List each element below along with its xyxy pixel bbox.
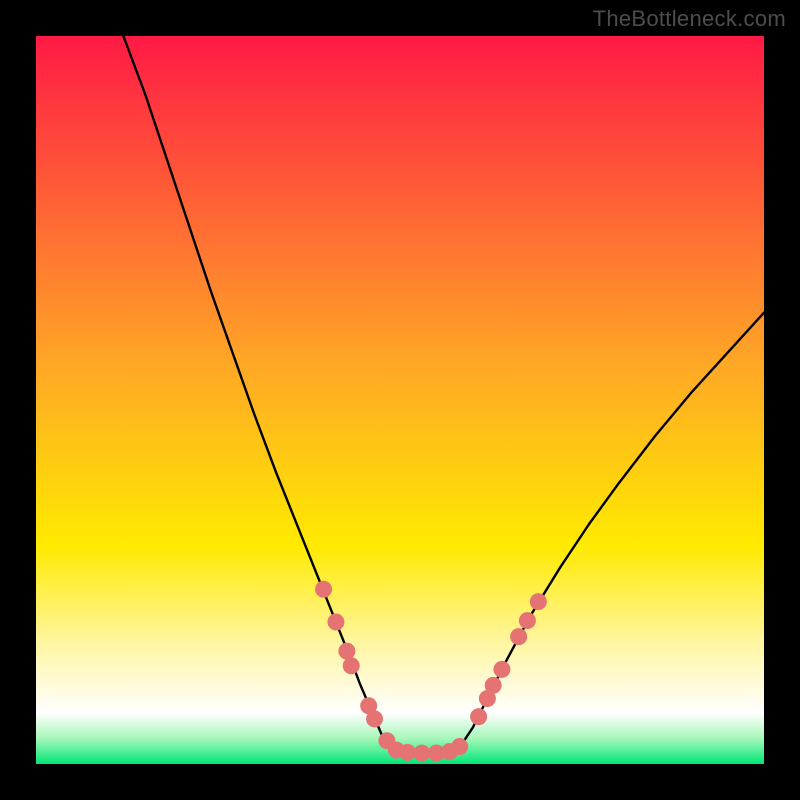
data-marker [510,628,527,645]
gradient-background [36,36,764,764]
data-marker [366,710,383,727]
data-marker [530,593,547,610]
data-marker [315,581,332,598]
data-marker [343,657,360,674]
data-marker [338,643,355,660]
data-marker [519,612,536,629]
watermark-label: TheBottleneck.com [593,6,786,32]
data-marker [399,744,416,761]
chart-svg [36,36,764,764]
data-marker [470,708,487,725]
data-marker [327,614,344,631]
data-marker [413,745,430,762]
plot-area [36,36,764,764]
chart-frame: TheBottleneck.com [0,0,800,800]
data-marker [451,738,468,755]
data-marker [493,661,510,678]
data-marker [485,677,502,694]
